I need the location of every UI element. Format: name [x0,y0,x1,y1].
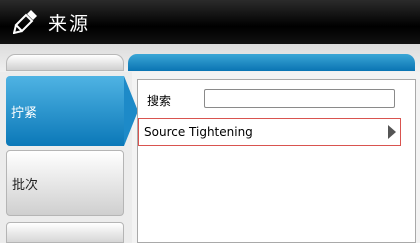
list-item-label: Source Tightening [144,125,253,139]
sidebar-item-batch[interactable]: 批次 [6,150,124,216]
tab-strip-right [128,54,415,71]
title-bar: 来源 [0,0,420,44]
sidebar-item-label: 批次 [12,177,39,193]
pencil-ruler-icon [13,10,37,34]
search-input[interactable] [204,89,395,108]
tab-strip-left [6,54,124,71]
sidebar-item-more[interactable] [6,222,124,243]
active-arrow-icon [124,76,138,146]
sidebar-item-tightening[interactable]: 拧紧 [6,76,138,146]
search-label: 搜索 [147,94,172,108]
chevron-right-icon [388,125,396,139]
page-title: 来源 [48,13,91,35]
list-item-source-tightening[interactable]: Source Tightening [138,118,401,146]
sidebar-item-label: 拧紧 [11,105,38,121]
